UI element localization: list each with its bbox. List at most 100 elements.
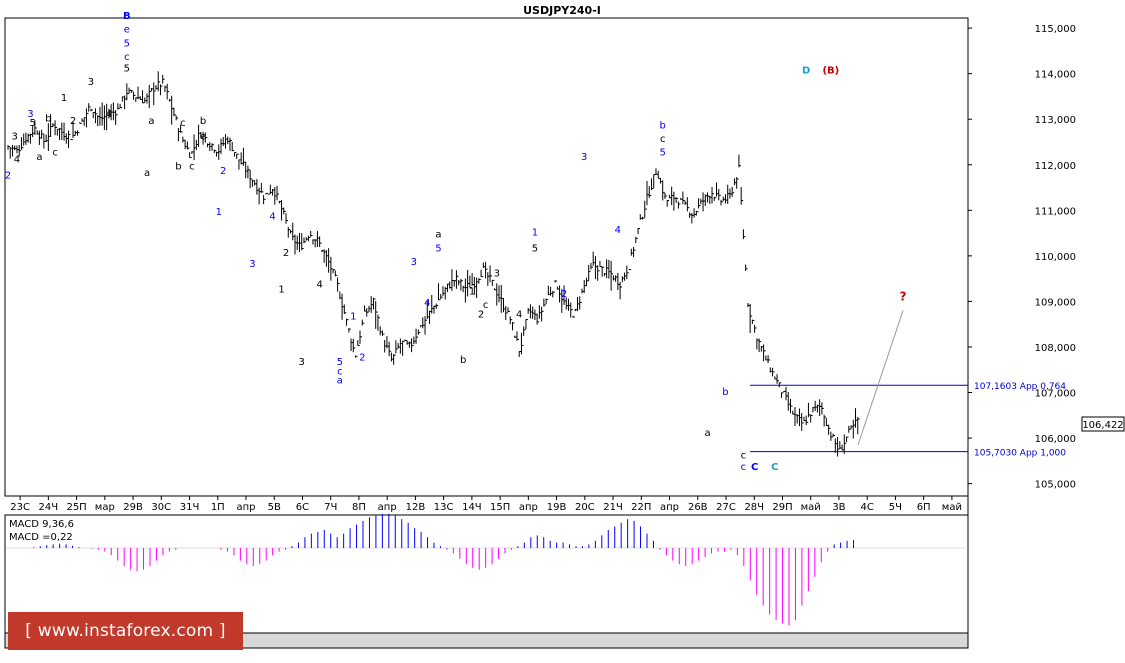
wave-label: 3	[299, 357, 305, 368]
wave-label: 5	[124, 63, 130, 74]
wave-label: 2	[283, 248, 289, 259]
wave-label: a	[704, 428, 710, 439]
wave-label: c	[124, 52, 130, 63]
x-tick-label: 26В	[688, 502, 708, 513]
wave-label: c	[189, 161, 195, 172]
current-price-text: 106,422	[1082, 420, 1123, 431]
x-tick-label: 3В	[832, 502, 845, 513]
wave-label: e	[200, 132, 206, 143]
wave-label: 5	[435, 243, 441, 254]
wave-label: 2	[561, 289, 567, 300]
wave-label: 4	[14, 154, 20, 165]
wave-label: 5	[660, 148, 666, 159]
wave-label: 2	[359, 353, 365, 364]
wave-label: (B)	[822, 66, 839, 77]
x-tick-label: апр	[236, 502, 255, 513]
wave-label: 5	[29, 118, 35, 129]
wave-label: 4	[316, 280, 322, 291]
macd-params-label: MACD 9,36,6	[9, 519, 74, 530]
wave-label: 3	[12, 132, 18, 143]
x-tick-label: 21Ч	[603, 502, 623, 513]
wave-label: 5	[532, 243, 538, 254]
wave-label: 2	[70, 116, 76, 127]
macd-value-label: MACD =0,22	[9, 532, 73, 543]
wave-label: b	[722, 387, 728, 398]
x-tick-label: 20С	[575, 502, 595, 513]
y-tick-label: 115,000	[1035, 24, 1076, 35]
wave-label: 4	[106, 109, 112, 120]
wave-label: 1	[278, 284, 284, 295]
y-tick-label: 112,000	[1035, 161, 1076, 172]
wave-label: 2	[5, 170, 11, 181]
x-tick-label: 13С	[434, 502, 454, 513]
x-tick-label: 30С	[151, 502, 171, 513]
wave-label: D	[802, 66, 810, 77]
y-tick-label: 113,000	[1035, 115, 1076, 126]
wave-label: C	[771, 462, 778, 473]
y-tick-label: 111,000	[1035, 206, 1076, 217]
wave-label: c	[52, 148, 58, 159]
level-label: 107,1603 App 0,764	[974, 382, 1066, 392]
x-tick-label: 14Ч	[462, 502, 482, 513]
x-tick-label: мар	[95, 502, 115, 513]
wave-label: a	[144, 168, 150, 179]
x-tick-label: апр	[519, 502, 538, 513]
wave-label: 2	[220, 166, 226, 177]
wave-label: c	[741, 451, 747, 462]
wave-label: 1	[469, 287, 475, 298]
x-tick-label: 1П	[211, 502, 225, 513]
x-tick-label: апр	[660, 502, 679, 513]
x-tick-label: 4С	[860, 502, 873, 513]
wave-label: 4	[424, 298, 430, 309]
chart-title: USDJPY240-I	[523, 4, 601, 17]
x-tick-label: 5В	[268, 502, 281, 513]
y-tick-label: 114,000	[1035, 70, 1076, 81]
wave-label: 3	[494, 268, 500, 279]
wave-label: b	[660, 120, 666, 131]
x-tick-label: 12В	[406, 502, 426, 513]
y-tick-label: 110,000	[1035, 252, 1076, 263]
x-tick-label: 6П	[917, 502, 931, 513]
chart-canvas: USDJPY240-I 115,000 114,000 113,000 112,000…	[0, 0, 1125, 663]
y-tick-label: 109,000	[1035, 297, 1076, 308]
x-tick-label: 25П	[66, 502, 86, 513]
wave-label: b	[200, 116, 206, 127]
wave-label: C	[751, 462, 758, 473]
wave-label: 1	[61, 93, 67, 104]
y-tick-label: 106,000	[1035, 434, 1076, 445]
watermark-logo[interactable]: [ www.instaforex.com ]	[8, 612, 243, 650]
chart-background	[0, 0, 1125, 663]
y-tick-label: 105,000	[1035, 480, 1076, 491]
wave-label: 5	[124, 38, 130, 49]
x-tick-label: май	[942, 502, 962, 513]
x-tick-label: 29П	[772, 502, 792, 513]
wave-label: a	[435, 230, 441, 241]
wave-label: b	[175, 161, 181, 172]
x-tick-label: май	[801, 502, 821, 513]
wave-label: 3	[411, 257, 417, 268]
x-tick-label: 27С	[716, 502, 736, 513]
x-tick-label: 23С	[10, 502, 30, 513]
wave-label: 1	[350, 312, 356, 323]
level-label: 105,7030 App 1,000	[974, 449, 1066, 459]
x-tick-label: 8П	[352, 502, 366, 513]
y-tick-label: 108,000	[1035, 343, 1076, 354]
x-tick-label: 29В	[123, 502, 143, 513]
x-tick-label: 6С	[296, 502, 309, 513]
x-tick-label: 31Ч	[180, 502, 200, 513]
x-tick-label: 19В	[547, 502, 567, 513]
wave-label: 4	[516, 309, 522, 320]
wave-label: c	[483, 300, 489, 311]
x-tick-label: 15П	[490, 502, 510, 513]
wave-label: a	[148, 116, 154, 127]
wave-label: a	[337, 375, 343, 386]
wave-label: 4	[269, 211, 275, 222]
wave-label: 1	[532, 227, 538, 238]
wave-label: b	[460, 355, 466, 366]
wave-label: 3	[249, 259, 255, 270]
wave-label: c	[180, 118, 186, 129]
wave-label: 3	[581, 152, 587, 163]
wave-label: B	[123, 11, 131, 22]
x-tick-label: 22П	[631, 502, 651, 513]
wave-label: 3	[88, 77, 94, 88]
